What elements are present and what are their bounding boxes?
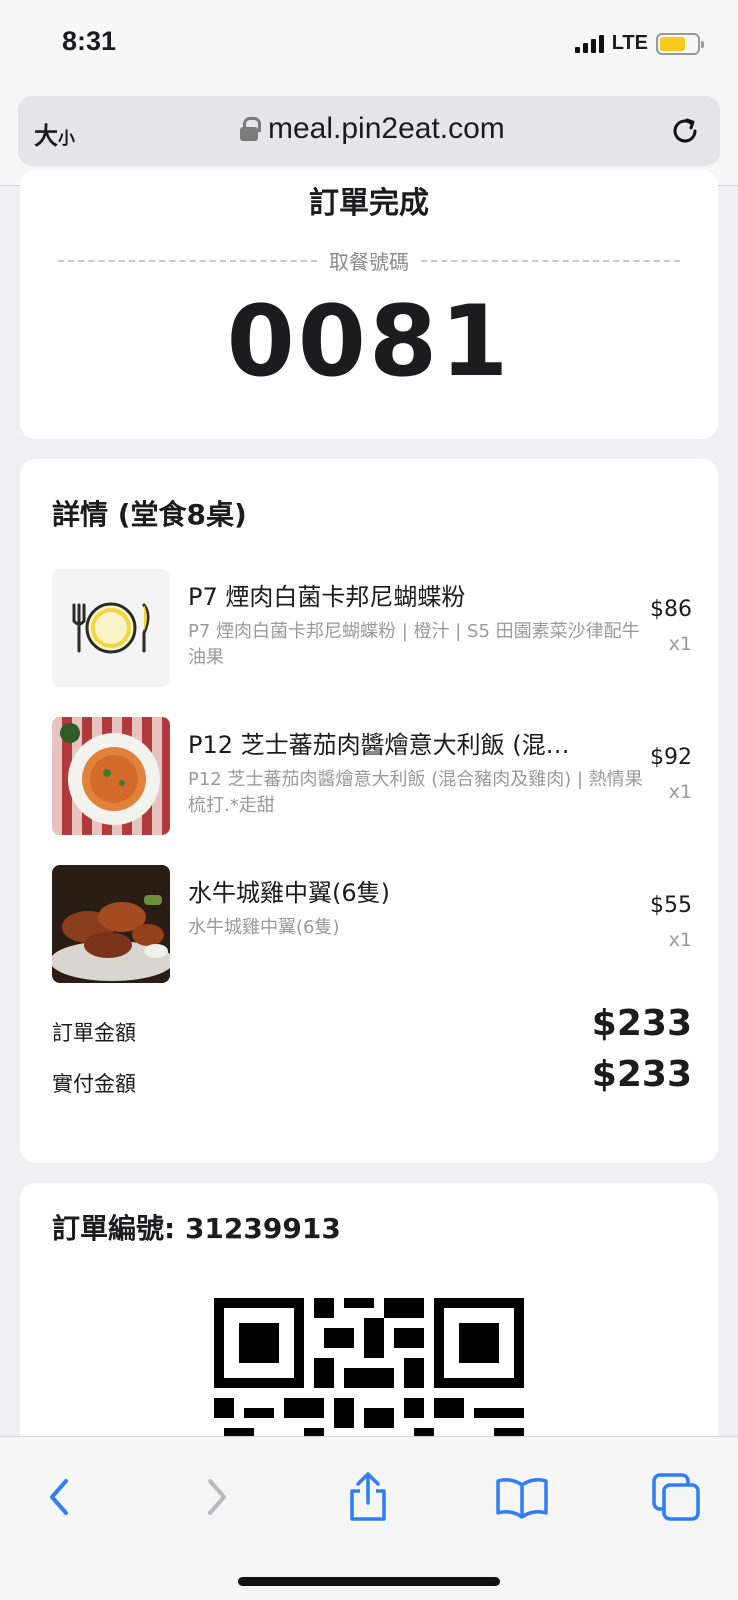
item-quantity: x1	[668, 633, 692, 655]
status-indicators: LTE	[574, 32, 704, 55]
forward-icon[interactable]	[186, 1467, 246, 1527]
order-status-title: 訂單完成	[309, 186, 429, 221]
bookmarks-icon[interactable]	[492, 1467, 552, 1527]
item-quantity: x1	[668, 929, 692, 951]
list-item: P12 芝士蕃茄肉醬燴意大利飯 (混… P12 芝士蕃茄肉醬燴意大利飯 (混合豬…	[52, 717, 692, 837]
chicken-wings-photo	[52, 865, 170, 983]
order-total-value: $233	[591, 1003, 692, 1044]
order-total-label: 訂單金額	[52, 1021, 136, 1045]
text-size-button[interactable]: 大小	[34, 116, 75, 151]
back-icon[interactable]	[30, 1467, 90, 1527]
paid-total-value: $233	[591, 1054, 692, 1095]
network-label: LTE	[611, 32, 648, 54]
item-price: $55	[650, 893, 692, 918]
reload-icon[interactable]	[668, 114, 702, 148]
paid-total-label: 實付金額	[52, 1072, 136, 1096]
details-title: 詳情 (堂食8桌)	[52, 498, 247, 531]
risotto-photo	[52, 717, 170, 835]
item-quantity: x1	[668, 781, 692, 803]
list-item: P7 煙肉白菌卡邦尼蝴蝶粉 P7 煙肉白菌卡邦尼蝴蝶粉 | 橙汁 | S5 田園…	[52, 569, 692, 689]
item-name: 水牛城雞中翼(6隻)	[188, 879, 390, 907]
list-item: 水牛城雞中翼(6隻) 水牛城雞中翼(6隻) $55 x1	[52, 865, 692, 985]
home-indicator	[238, 1577, 500, 1586]
signal-icon	[574, 34, 604, 53]
item-description: P12 芝士蕃茄肉醬燴意大利飯 (混合豬肉及雞肉) | 熱情果梳打.*走甜	[188, 769, 643, 816]
url-text: meal.pin2eat.com	[268, 112, 505, 145]
pickup-label-row: 取餐號碼	[58, 246, 680, 275]
address-bar[interactable]: 大小 meal.pin2eat.com	[18, 96, 720, 166]
url-display[interactable]: meal.pin2eat.com	[240, 112, 505, 146]
paid-total-row: 實付金額 $233	[52, 1054, 692, 1104]
lock-icon	[240, 117, 261, 141]
battery-icon	[656, 32, 704, 55]
item-description: P7 煙肉白菌卡邦尼蝴蝶粉 | 橙汁 | S5 田園素菜沙律配牛油果	[188, 621, 640, 668]
status-time: 8:31	[62, 26, 117, 56]
order-number: 訂單編號: 31239913	[52, 1212, 341, 1245]
order-total-row: 訂單金額 $233	[52, 1003, 692, 1053]
plate-cutlery-icon	[52, 569, 170, 687]
pickup-label: 取餐號碼	[329, 250, 409, 274]
status-bar: 8:31 LTE	[0, 0, 738, 90]
tabs-icon[interactable]	[646, 1467, 706, 1527]
item-price: $86	[650, 597, 692, 622]
item-price: $92	[650, 745, 692, 770]
item-name: P12 芝士蕃茄肉醬燴意大利飯 (混…	[188, 731, 570, 759]
item-name: P7 煙肉白菌卡邦尼蝴蝶粉	[188, 583, 466, 611]
browser-toolbar	[0, 1436, 738, 1600]
pickup-number: 0081	[226, 285, 512, 399]
pickup-card: 訂單完成 取餐號碼 0081	[20, 170, 718, 439]
item-description: 水牛城雞中翼(6隻)	[188, 917, 340, 938]
details-card: 詳情 (堂食8桌) P7 煙肉白菌卡邦尼蝴蝶粉 P7 煙肉白菌卡邦尼蝴蝶粉 | …	[20, 459, 718, 1163]
share-icon[interactable]	[338, 1467, 398, 1527]
